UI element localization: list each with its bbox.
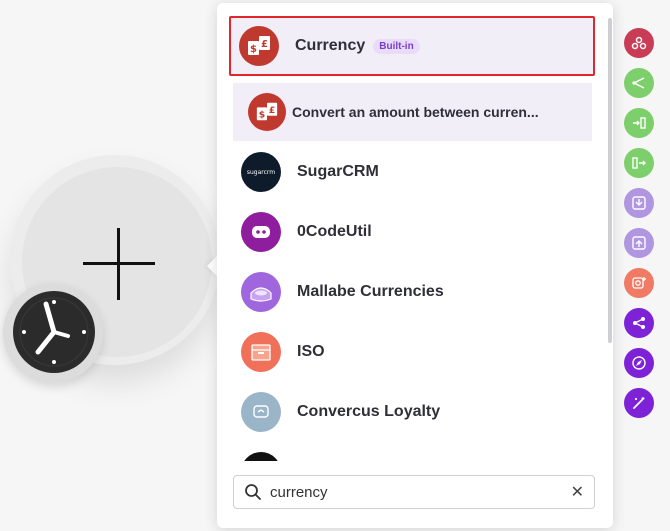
app-name: Currency [295,37,366,54]
iterator-icon[interactable] [624,108,654,138]
app-item-sugarcrm[interactable]: sugarcrm SugarCRM [233,142,591,202]
convercus-logo-icon [241,392,281,432]
router-icon[interactable] [624,68,654,98]
app-item-0codeutil[interactable]: 0CodeUtil [233,202,591,262]
search-input[interactable] [268,482,562,502]
app-item-iso[interactable]: ISO [233,322,591,382]
svg-text:$: $ [259,110,265,121]
app-picker-popover: $ £ Currency Built-in $ £ Convert an amo… [217,3,613,528]
built-in-badge: Built-in [373,38,420,54]
module-item-convert[interactable]: $ £ Convert an amount between curren... [233,83,592,141]
clock-icon[interactable] [12,290,96,374]
svg-text:$: $ [250,44,257,55]
app-item-partial[interactable] [233,442,591,461]
currency-logo-icon: $ £ [239,26,279,66]
app-name: ISO [297,343,325,360]
magic-wand-icon[interactable] [624,388,654,418]
iso-logo-icon [241,332,281,372]
app-name: Mallabe Currencies [297,283,444,300]
search-add-icon[interactable] [624,268,654,298]
share-icon[interactable] [624,308,654,338]
clear-search-icon[interactable]: ✕ [571,482,584,502]
upload-icon[interactable] [624,228,654,258]
app-name: 0CodeUtil [297,223,372,240]
module-description: Convert an amount between curren... [292,104,539,120]
currency-logo-icon: $ £ [248,93,286,131]
download-icon[interactable] [624,188,654,218]
app-name: Convercus Loyalty [297,403,441,420]
webhook-icon[interactable] [624,28,654,58]
list-scrollbar[interactable] [608,18,612,343]
aggregator-icon[interactable] [624,148,654,178]
search-icon [245,484,261,500]
sugarcrm-logo-icon: sugarcrm [241,152,281,192]
app-name: SugarCRM [297,163,379,180]
compass-icon[interactable] [624,348,654,378]
app-logo-icon [241,452,281,461]
svg-text:£: £ [269,105,275,116]
svg-text:£: £ [261,39,268,50]
app-item-mallabe-currencies[interactable]: Mallabe Currencies [233,262,591,322]
search-box: ✕ [233,475,595,509]
mallabe-logo-icon [241,272,281,312]
plus-icon-bar [83,262,155,265]
app-item-currency[interactable]: $ £ Currency Built-in [229,16,595,76]
app-item-convercus-loyalty[interactable]: Convercus Loyalty [233,382,591,442]
app-list: $ £ Currency Built-in $ £ Convert an amo… [217,3,609,461]
0codeutil-logo-icon [241,212,281,252]
